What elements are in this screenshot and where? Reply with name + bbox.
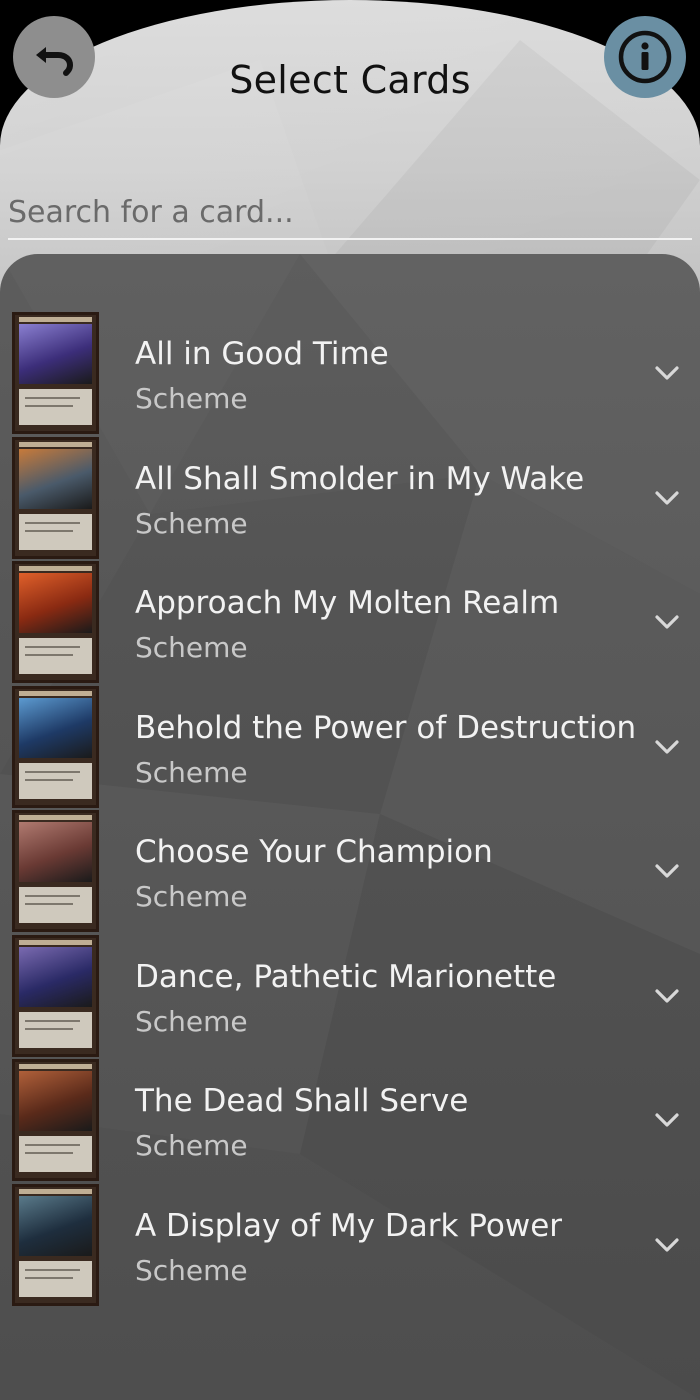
card-thumbnail	[12, 1183, 99, 1306]
card-text-box	[19, 513, 92, 550]
card-list-item[interactable]: Choose Your Champion Scheme	[0, 810, 700, 935]
card-name: Approach My Molten Realm	[135, 585, 560, 621]
card-text-box	[19, 389, 92, 425]
chevron-down-icon[interactable]	[654, 987, 680, 1005]
card-name: A Display of My Dark Power	[135, 1207, 563, 1244]
card-list-item[interactable]: Behold the Power of Destruction Scheme	[0, 685, 700, 811]
card-thumbnail	[12, 810, 99, 932]
card-list-item[interactable]: Dance, Pathetic Marionette Scheme	[0, 934, 700, 1060]
card-type: Scheme	[135, 1129, 248, 1162]
card-type: Scheme	[135, 506, 248, 540]
card-list-item[interactable]: The Dead Shall Serve Scheme	[0, 1059, 700, 1184]
search-field[interactable]	[8, 186, 692, 240]
card-text-box	[19, 887, 92, 923]
chevron-down-icon[interactable]	[654, 364, 680, 382]
card-thumbnail	[12, 1059, 99, 1181]
card-thumbnail	[12, 685, 99, 808]
card-art	[19, 1195, 92, 1256]
card-title-bar	[19, 1064, 92, 1069]
card-list-panel[interactable]: All in Good Time Scheme All Shall Smolde…	[0, 254, 700, 1400]
card-thumbnail	[12, 436, 99, 559]
chevron-down-icon[interactable]	[654, 613, 680, 631]
card-name: Choose Your Champion	[135, 834, 493, 870]
card-text-box	[19, 1136, 92, 1172]
info-circle-icon	[618, 30, 672, 84]
card-art	[19, 448, 92, 509]
info-button[interactable]	[604, 16, 686, 98]
card-name: All Shall Smolder in My Wake	[135, 460, 585, 497]
card-name: Behold the Power of Destruction	[135, 709, 637, 746]
card-list-item[interactable]: Approach My Molten Realm Scheme	[0, 561, 700, 686]
card-type: Scheme	[135, 1253, 248, 1287]
card-art	[19, 324, 92, 384]
card-title-bar	[19, 939, 92, 945]
chevron-down-icon[interactable]	[654, 489, 680, 507]
chevron-down-icon[interactable]	[654, 1111, 680, 1129]
card-thumbnail	[12, 934, 99, 1057]
card-art	[19, 822, 92, 882]
card-art	[19, 946, 92, 1007]
card-title-bar	[19, 441, 92, 447]
card-type: Scheme	[135, 382, 248, 415]
card-title-bar	[19, 317, 92, 322]
card-title-bar	[19, 566, 92, 571]
card-text-box	[19, 638, 92, 674]
chevron-down-icon[interactable]	[654, 738, 680, 756]
card-type: Scheme	[135, 880, 248, 913]
card-name: The Dead Shall Serve	[135, 1083, 469, 1119]
card-art	[19, 573, 92, 633]
card-title-bar	[19, 690, 92, 696]
card-name: All in Good Time	[135, 336, 389, 372]
card-type: Scheme	[135, 1004, 248, 1038]
card-type: Scheme	[135, 755, 248, 789]
card-thumbnail	[12, 561, 99, 683]
card-name: Dance, Pathetic Marionette	[135, 958, 557, 995]
card-text-box	[19, 1011, 92, 1048]
card-list-item[interactable]: All in Good Time Scheme	[0, 312, 700, 437]
page-title: Select Cards	[229, 58, 471, 102]
search-input[interactable]	[8, 186, 692, 238]
card-title-bar	[19, 815, 92, 820]
card-art	[19, 697, 92, 758]
chevron-down-icon[interactable]	[654, 1236, 680, 1254]
card-thumbnail	[12, 312, 99, 434]
card-text-box	[19, 762, 92, 799]
card-list: All in Good Time Scheme All Shall Smolde…	[0, 312, 700, 1308]
card-type: Scheme	[135, 631, 248, 664]
card-title-bar	[19, 1188, 92, 1194]
chevron-down-icon[interactable]	[654, 862, 680, 880]
card-art	[19, 1071, 92, 1131]
card-list-item[interactable]: A Display of My Dark Power Scheme	[0, 1183, 700, 1309]
card-select-screen: Select Cards All in Good Time Scheme	[0, 0, 700, 1400]
card-text-box	[19, 1260, 92, 1297]
card-list-item[interactable]: All Shall Smolder in My Wake Scheme	[0, 436, 700, 562]
